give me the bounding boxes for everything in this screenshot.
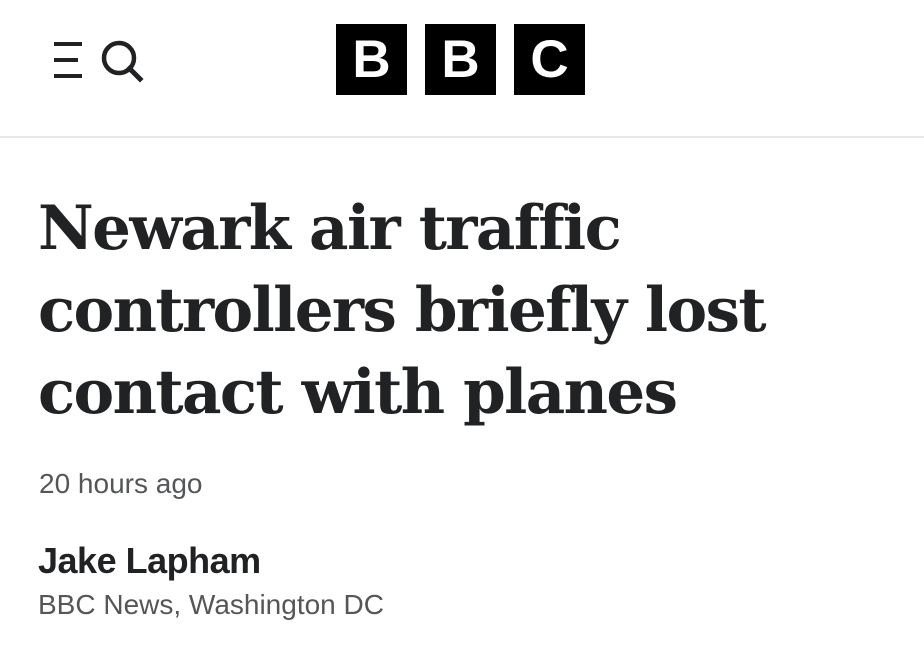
menu-search-button[interactable] — [46, 30, 150, 90]
article-timestamp: 20 hours ago — [39, 468, 203, 499]
logo-letter: B — [336, 24, 407, 95]
bbc-logo[interactable]: B B C — [336, 24, 585, 95]
byline-author: Jake Lapham — [38, 540, 261, 581]
site-header: B B C — [0, 0, 924, 138]
menu-search-icon — [54, 40, 144, 83]
logo-letter: C — [514, 24, 585, 95]
article-headline: Newark air traffic controllers briefly l… — [38, 193, 767, 428]
byline: Jake Lapham BBC News, Washington DC — [38, 538, 384, 622]
logo-letter: B — [425, 24, 496, 95]
byline-role: BBC News, Washington DC — [38, 589, 384, 620]
